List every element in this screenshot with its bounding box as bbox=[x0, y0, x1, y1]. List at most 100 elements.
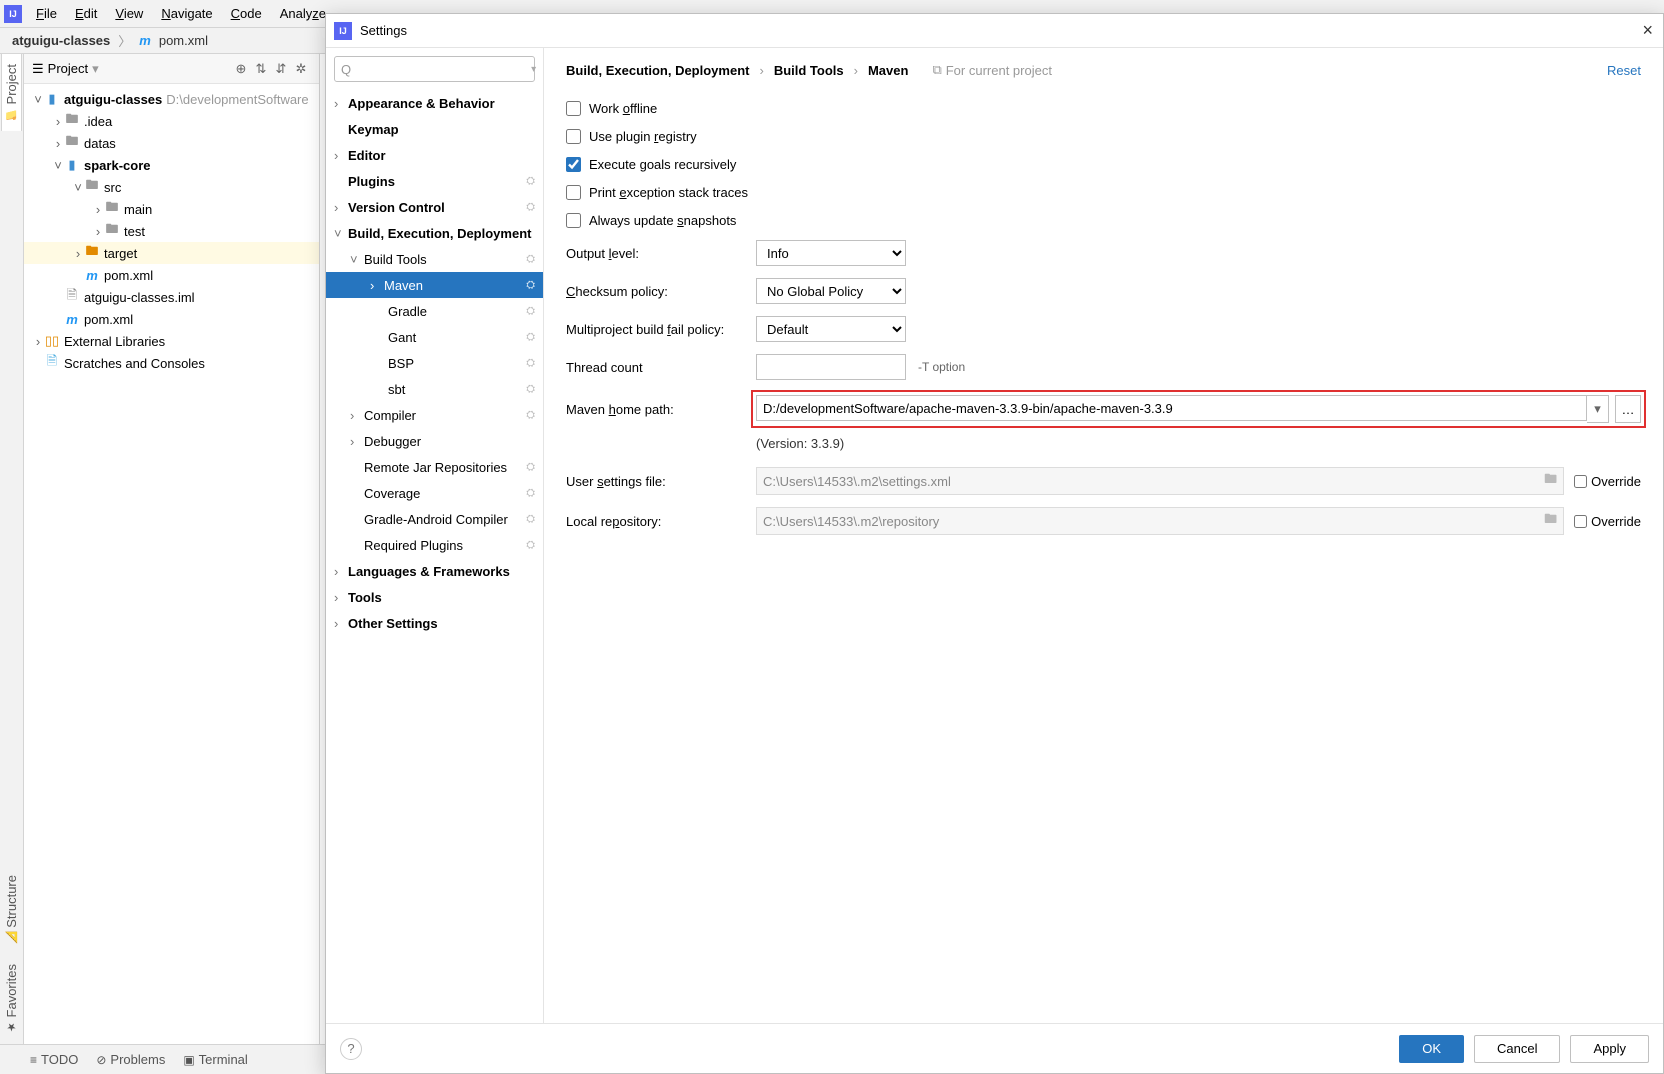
stree-appearance[interactable]: ›Appearance & Behavior bbox=[326, 90, 543, 116]
close-icon[interactable]: × bbox=[1642, 20, 1653, 41]
check-work-offline[interactable]: Work offline bbox=[566, 94, 1641, 122]
override-user-settings[interactable]: Override bbox=[1574, 474, 1641, 489]
crumb-project[interactable]: atguigu-classes bbox=[12, 33, 110, 48]
project-title[interactable]: Project bbox=[48, 61, 88, 76]
reset-link[interactable]: Reset bbox=[1607, 63, 1641, 78]
select-checksum[interactable]: No Global Policy bbox=[756, 278, 906, 304]
settings-search[interactable]: Q ▾ bbox=[334, 56, 535, 82]
checkbox-exception[interactable] bbox=[566, 185, 581, 200]
chevron-right-icon[interactable]: › bbox=[92, 224, 104, 239]
stree-editor[interactable]: ›Editor bbox=[326, 142, 543, 168]
checkbox-offline[interactable] bbox=[566, 101, 581, 116]
menu-file[interactable]: File bbox=[28, 4, 65, 23]
stree-maven[interactable]: ›Maven⛭ bbox=[326, 272, 543, 298]
input-thread[interactable] bbox=[756, 354, 906, 380]
folder-icon[interactable]: 🖿 bbox=[1544, 470, 1557, 492]
cancel-button[interactable]: Cancel bbox=[1474, 1035, 1560, 1063]
chevron-right-icon[interactable]: › bbox=[52, 136, 64, 151]
crumb-bed[interactable]: Build, Execution, Deployment bbox=[566, 63, 749, 78]
stree-coverage[interactable]: Coverage⛭ bbox=[326, 480, 543, 506]
stree-vcs[interactable]: ›Version Control⛭ bbox=[326, 194, 543, 220]
dropdown-icon[interactable]: ▾ bbox=[92, 61, 99, 77]
ok-button[interactable]: OK bbox=[1399, 1035, 1464, 1063]
input-maven-home[interactable] bbox=[756, 395, 1587, 421]
chevron-down-icon[interactable]: ˅ bbox=[32, 92, 44, 107]
checkbox-registry[interactable] bbox=[566, 129, 581, 144]
locate-icon[interactable]: ⊕ bbox=[231, 61, 251, 77]
stree-build-tools[interactable]: ˅Build Tools⛭ bbox=[326, 246, 543, 272]
select-output-level[interactable]: Info bbox=[756, 240, 906, 266]
folder-icon: 🖿 bbox=[104, 220, 120, 242]
apply-button[interactable]: Apply bbox=[1570, 1035, 1649, 1063]
menu-view[interactable]: View bbox=[107, 4, 151, 23]
tree-external-libs[interactable]: › ▯▯ External Libraries bbox=[24, 330, 319, 352]
chevron-down-icon[interactable]: ˅ bbox=[52, 158, 64, 173]
input-user-settings[interactable]: C:\Users\14533\.m2\settings.xml🖿 bbox=[756, 467, 1564, 495]
tree-root[interactable]: ˅ ▮ atguigu-classes D:\developmentSoftwa… bbox=[24, 88, 319, 110]
chevron-right-icon[interactable]: › bbox=[72, 246, 84, 261]
checkbox-recursive[interactable] bbox=[566, 157, 581, 172]
gear-icon[interactable]: ✲ bbox=[291, 61, 311, 77]
menu-code[interactable]: Code bbox=[223, 4, 270, 23]
help-icon[interactable]: ? bbox=[340, 1038, 362, 1060]
stree-required-plugins[interactable]: Required Plugins⛭ bbox=[326, 532, 543, 558]
chevron-down-icon[interactable]: ˅ bbox=[72, 180, 84, 195]
stree-compiler[interactable]: ›Compiler⛭ bbox=[326, 402, 543, 428]
tree-test[interactable]: › 🖿 test bbox=[24, 220, 319, 242]
tab-problems[interactable]: ⊘ Problems bbox=[96, 1052, 165, 1067]
stree-keymap[interactable]: Keymap bbox=[326, 116, 543, 142]
tree-scratches[interactable]: 🗎 Scratches and Consoles bbox=[24, 352, 319, 374]
stree-langs[interactable]: ›Languages & Frameworks bbox=[326, 558, 543, 584]
check-snapshots[interactable]: Always update snapshots bbox=[566, 206, 1641, 234]
tab-structure[interactable]: 📐 Structure bbox=[2, 865, 21, 954]
stree-tools[interactable]: ›Tools bbox=[326, 584, 543, 610]
tab-terminal[interactable]: ▣ Terminal bbox=[183, 1052, 247, 1067]
checkbox-snapshots[interactable] bbox=[566, 213, 581, 228]
override-local-repo[interactable]: Override bbox=[1574, 514, 1641, 529]
tree-src[interactable]: ˅ 🖿 src bbox=[24, 176, 319, 198]
stree-gradle[interactable]: Gradle⛭ bbox=[326, 298, 543, 324]
expand-icon[interactable]: ⇅ bbox=[251, 61, 271, 77]
input-local-repo[interactable]: C:\Users\14533\.m2\repository🖿 bbox=[756, 507, 1564, 535]
tree-iml[interactable]: 🗎 atguigu-classes.iml bbox=[24, 286, 319, 308]
stree-remote-jar[interactable]: Remote Jar Repositories⛭ bbox=[326, 454, 543, 480]
check-plugin-registry[interactable]: Use plugin registry bbox=[566, 122, 1641, 150]
crumb-build-tools[interactable]: Build Tools bbox=[774, 63, 844, 78]
tree-pom1[interactable]: m pom.xml bbox=[24, 264, 319, 286]
chevron-down-icon[interactable]: ▾ bbox=[1587, 395, 1609, 423]
stree-gradle-android[interactable]: Gradle-Android Compiler⛭ bbox=[326, 506, 543, 532]
chevron-down-icon[interactable]: ▾ bbox=[531, 64, 536, 75]
chevron-right-icon[interactable]: › bbox=[52, 114, 64, 129]
stree-bsp[interactable]: BSP⛭ bbox=[326, 350, 543, 376]
checkbox-override-1[interactable] bbox=[1574, 475, 1587, 488]
tab-todo[interactable]: ≡ TODO bbox=[30, 1052, 78, 1067]
crumb-file[interactable]: pom.xml bbox=[159, 33, 208, 48]
check-exception[interactable]: Print exception stack traces bbox=[566, 178, 1641, 206]
stree-gant[interactable]: Gant⛭ bbox=[326, 324, 543, 350]
tree-target[interactable]: › 🖿 target bbox=[24, 242, 319, 264]
tree-main[interactable]: › 🖿 main bbox=[24, 198, 319, 220]
stree-bed[interactable]: ˅Build, Execution, Deployment bbox=[326, 220, 543, 246]
menu-navigate[interactable]: Navigate bbox=[153, 4, 220, 23]
tree-datas[interactable]: › 🖿 datas bbox=[24, 132, 319, 154]
stree-sbt[interactable]: sbt⛭ bbox=[326, 376, 543, 402]
tree-idea[interactable]: › 🖿 .idea bbox=[24, 110, 319, 132]
tree-pom2[interactable]: m pom.xml bbox=[24, 308, 319, 330]
tab-favorites[interactable]: ★ Favorites bbox=[2, 954, 21, 1044]
checkbox-override-2[interactable] bbox=[1574, 515, 1587, 528]
stree-debugger[interactable]: ›Debugger bbox=[326, 428, 543, 454]
tree-spark-core[interactable]: ˅ ▮ spark-core bbox=[24, 154, 319, 176]
collapse-icon[interactable]: ⇵ bbox=[271, 61, 291, 77]
chevron-right-icon[interactable]: › bbox=[92, 202, 104, 217]
stree-other[interactable]: ›Other Settings bbox=[326, 610, 543, 636]
browse-button[interactable]: … bbox=[1615, 395, 1641, 423]
app-logo-icon: IJ bbox=[4, 5, 22, 23]
chevron-right-icon[interactable]: › bbox=[32, 334, 44, 349]
menu-edit[interactable]: Edit bbox=[67, 4, 105, 23]
select-failpolicy[interactable]: Default bbox=[756, 316, 906, 342]
check-recursive[interactable]: Execute goals recursively bbox=[566, 150, 1641, 178]
folder-icon[interactable]: 🖿 bbox=[1544, 510, 1557, 532]
search-input[interactable] bbox=[355, 62, 531, 77]
tab-project[interactable]: 📁 Project bbox=[1, 54, 22, 131]
stree-plugins[interactable]: Plugins⛭ bbox=[326, 168, 543, 194]
